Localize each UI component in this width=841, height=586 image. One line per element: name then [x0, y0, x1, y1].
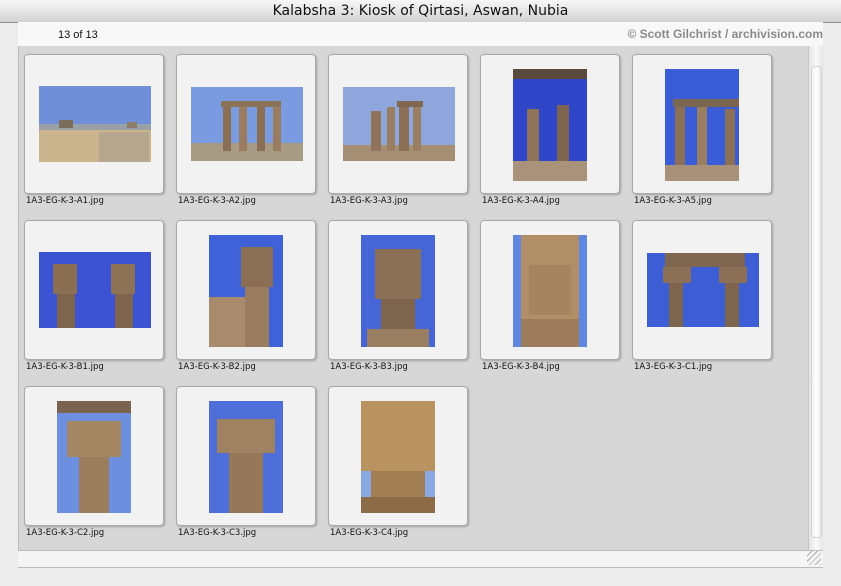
window-title: Kalabsha 3: Kiosk of Qirtasi, Aswan, Nub… [272, 3, 569, 19]
window-titlebar[interactable]: Kalabsha 3: Kiosk of Qirtasi, Aswan, Nub… [0, 0, 841, 23]
resize-grip-icon[interactable] [807, 551, 821, 565]
image-counter: 13 of 13 [58, 29, 98, 41]
thumbnail-image[interactable] [513, 235, 587, 347]
thumbnail-filename: 1A3-EG-K-3-A5.jpg [634, 196, 712, 206]
thumbnail-item[interactable]: 1A3-EG-K-3-A2.jpg [176, 54, 326, 214]
thumbnail-image[interactable] [665, 69, 739, 181]
thumbnail-item[interactable]: 1A3-EG-K-3-A3.jpg [328, 54, 478, 214]
info-bar: 13 of 13 © Scott Gilchrist / archivision… [18, 22, 823, 47]
thumbnail-image[interactable] [361, 235, 435, 347]
thumbnail-filename: 1A3-EG-K-3-C1.jpg [634, 362, 713, 372]
copyright-notice: © Scott Gilchrist / archivision.com [627, 27, 823, 41]
thumbnail-item[interactable]: 1A3-EG-K-3-B2.jpg [176, 220, 326, 380]
thumbnail-image[interactable] [39, 252, 151, 328]
thumbnail-image[interactable] [361, 401, 435, 513]
slide-mount[interactable] [328, 54, 468, 194]
slide-mount[interactable] [176, 386, 316, 526]
thumbnail-item[interactable]: 1A3-EG-K-3-C3.jpg [176, 386, 326, 546]
thumbnail-item[interactable]: 1A3-EG-K-3-A4.jpg [480, 54, 630, 214]
slide-mount[interactable] [632, 220, 772, 360]
slide-mount[interactable] [176, 220, 316, 360]
thumbnail-item[interactable]: 1A3-EG-K-3-B4.jpg [480, 220, 630, 380]
thumbnail-image[interactable] [209, 235, 283, 347]
scrollbar-thumb[interactable] [811, 66, 822, 538]
slide-mount[interactable] [24, 386, 164, 526]
thumbnail-image[interactable] [191, 87, 303, 161]
thumbnail-filename: 1A3-EG-K-3-B3.jpg [330, 362, 408, 372]
thumbnail-image[interactable] [343, 87, 455, 161]
slide-mount[interactable] [328, 220, 468, 360]
thumbnail-filename: 1A3-EG-K-3-C3.jpg [178, 528, 257, 538]
slide-mount[interactable] [632, 54, 772, 194]
thumbnail-image[interactable] [209, 401, 283, 513]
thumbnail-image[interactable] [513, 69, 587, 181]
thumbnail-filename: 1A3-EG-K-3-A2.jpg [178, 196, 256, 206]
status-bar [18, 550, 823, 568]
slide-mount[interactable] [328, 386, 468, 526]
slide-mount[interactable] [176, 54, 316, 194]
thumbnail-item[interactable]: 1A3-EG-K-3-B1.jpg [24, 220, 174, 380]
thumbnail-image[interactable] [39, 86, 151, 162]
slide-mount[interactable] [24, 54, 164, 194]
thumbnail-image[interactable] [647, 253, 759, 327]
thumbnail-item[interactable]: 1A3-EG-K-3-C2.jpg [24, 386, 174, 546]
thumbnail-image[interactable] [57, 401, 131, 513]
thumbnail-item[interactable]: 1A3-EG-K-3-C4.jpg [328, 386, 478, 546]
thumbnail-filename: 1A3-EG-K-3-B1.jpg [26, 362, 104, 372]
slide-mount[interactable] [480, 220, 620, 360]
thumbnail-item[interactable]: 1A3-EG-K-3-B3.jpg [328, 220, 478, 380]
thumbnail-item[interactable]: 1A3-EG-K-3-C1.jpg [632, 220, 782, 380]
thumbnail-filename: 1A3-EG-K-3-C4.jpg [330, 528, 409, 538]
slide-mount[interactable] [480, 54, 620, 194]
thumbnail-filename: 1A3-EG-K-3-A3.jpg [330, 196, 408, 206]
thumbnail-filename: 1A3-EG-K-3-A1.jpg [26, 196, 104, 206]
thumbnail-filename: 1A3-EG-K-3-B4.jpg [482, 362, 560, 372]
vertical-scrollbar[interactable] [808, 46, 823, 550]
thumbnail-filename: 1A3-EG-K-3-C2.jpg [26, 528, 105, 538]
thumbnail-filename: 1A3-EG-K-3-A4.jpg [482, 196, 560, 206]
thumbnail-filename: 1A3-EG-K-3-B2.jpg [178, 362, 256, 372]
thumbnail-item[interactable]: 1A3-EG-K-3-A1.jpg [24, 54, 174, 214]
slide-mount[interactable] [24, 220, 164, 360]
thumbnail-item[interactable]: 1A3-EG-K-3-A5.jpg [632, 54, 782, 214]
